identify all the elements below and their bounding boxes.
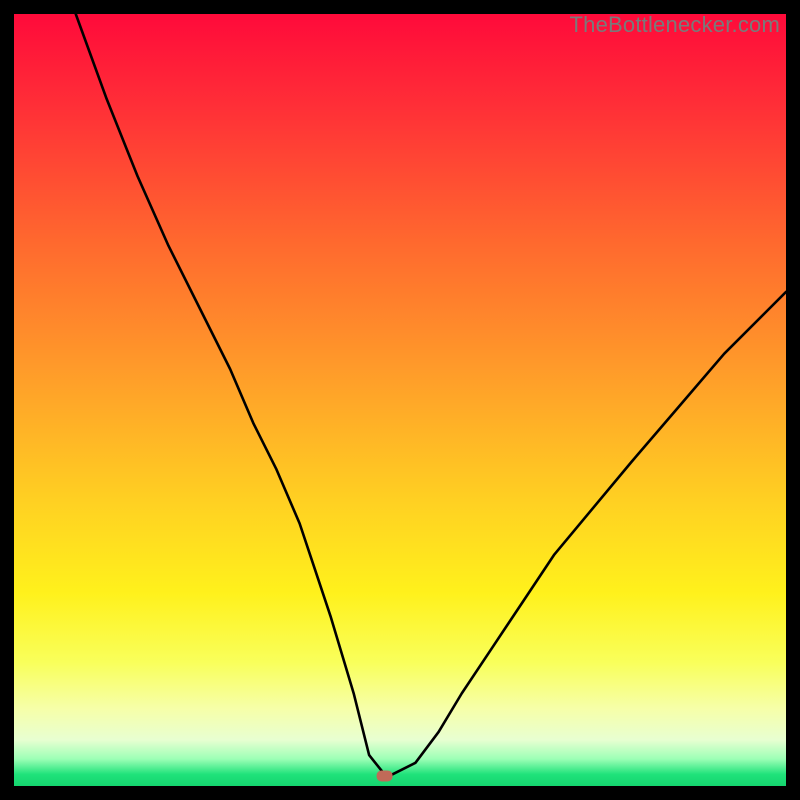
watermark-text: TheBottlenecker.com [570,12,780,38]
chart-frame [14,14,786,786]
bottleneck-chart [14,14,786,786]
optimum-marker [377,770,393,781]
gradient-background [14,14,786,786]
